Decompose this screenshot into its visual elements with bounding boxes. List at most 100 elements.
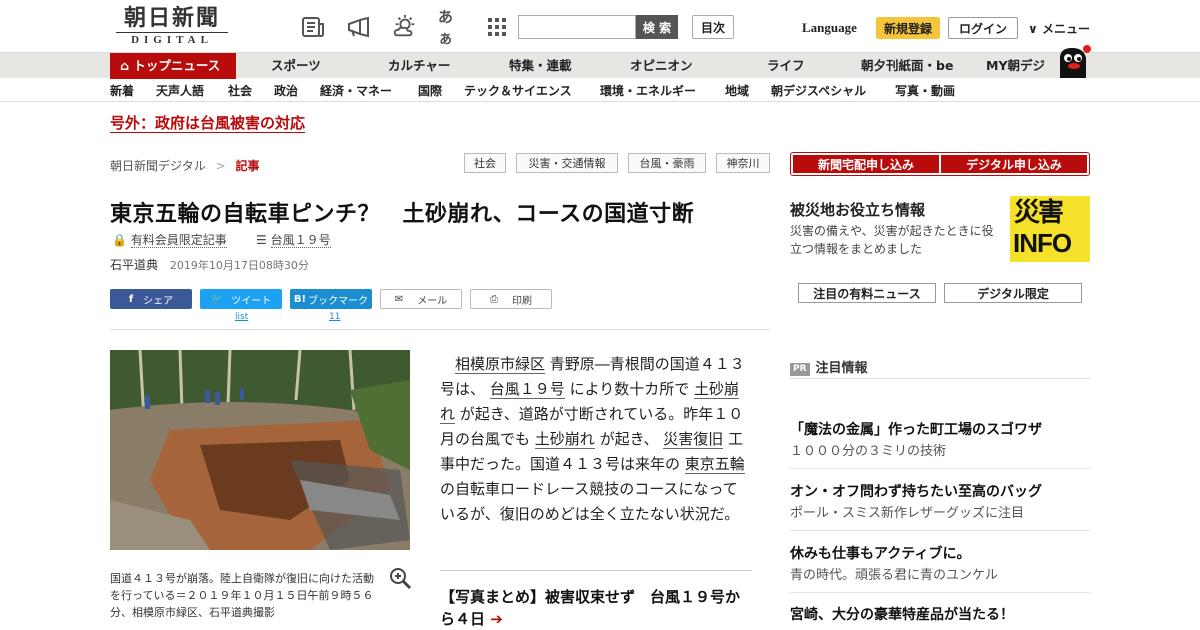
hatena-icon: B! <box>293 293 307 305</box>
breadcrumb-home[interactable]: 朝日新聞デジタル <box>110 159 206 173</box>
tag-disaster-traffic[interactable]: 災害・交通情報 <box>516 153 618 173</box>
nav-item-my-asadigi[interactable]: MY朝デジ <box>986 53 1045 79</box>
keyword-link[interactable]: 相模原市緑区 <box>455 355 546 374</box>
weather-icon[interactable] <box>392 14 418 40</box>
tag-kanagawa[interactable]: 神奈川 <box>716 153 770 173</box>
pr-item[interactable]: 宮崎、大分の豪華特産品が当たる！ <box>790 605 1090 625</box>
font-size-icon[interactable]: あぁ <box>438 8 464 47</box>
series-link[interactable]: ☰ 台風１９号 <box>256 231 331 248</box>
disaster-info-banner[interactable]: 災害 INFO <box>1010 196 1090 262</box>
menu-label: メニュー <box>1041 22 1090 36</box>
facebook-icon: f <box>128 293 134 305</box>
body-text-segment: により数十カ所で <box>564 380 695 398</box>
subnav-item-economy[interactable]: 経済・マネー <box>320 82 392 99</box>
pr-item-headline: 「魔法の金属」作った町工場のスゴワザ <box>790 422 1042 438</box>
pr-item-headline: オン・オフ問わず持ちたい至高のバッグ <box>790 484 1042 500</box>
main-nav: ⌂ トップニュース スポーツ カルチャー 特集・連載 オピニオン ライフ 朝夕刊… <box>0 52 1200 79</box>
print-label: 印刷 <box>512 295 532 307</box>
pr-item[interactable]: オン・オフ問わず持ちたい至高のバッグ ポール・スミス新作レザーグッズに注目 <box>790 482 1090 524</box>
keyword-link[interactable]: 土砂崩れ <box>534 430 595 449</box>
toc-button[interactable]: 目次 <box>692 15 734 39</box>
related-article-title: 【写真まとめ】被害収束せず 台風１９号から４日 <box>440 588 741 628</box>
nav-item-culture[interactable]: カルチャー <box>388 53 450 79</box>
subnav-item-society[interactable]: 社会 <box>228 82 252 99</box>
nav-item-features[interactable]: 特集・連載 <box>509 53 572 79</box>
keyword-link[interactable]: 台風１９号 <box>489 380 565 399</box>
register-button[interactable]: 新規登録 <box>876 17 940 39</box>
grid-icon[interactable] <box>484 14 510 40</box>
site-logo[interactable]: 朝日新聞 DIGITAL <box>116 6 228 47</box>
premium-label-text: 有料会員限定記事 <box>130 233 227 248</box>
hatena-bookmark-button[interactable]: B! ブックマーク <box>290 289 372 309</box>
disaster-info-banner-bottom: INFO <box>1013 228 1072 258</box>
disaster-info-banner-top: 災害 <box>1014 198 1064 228</box>
premium-news-button[interactable]: 注目の有料ニュース <box>798 283 936 303</box>
divider <box>790 378 1090 379</box>
twitter-count-link[interactable]: list <box>235 312 248 322</box>
breadcrumb-current: 記事 <box>235 159 260 173</box>
site-header: 朝日新聞 DIGITAL あぁ 検 索 目次 Language 新規登録 ログイ… <box>0 0 1200 52</box>
subnav-item-politics[interactable]: 政治 <box>274 82 298 99</box>
digital-only-button[interactable]: デジタル限定 <box>944 283 1082 303</box>
search-button[interactable]: 検 索 <box>636 15 678 39</box>
nav-item-opinion[interactable]: オピニオン <box>630 53 693 79</box>
subnav-item-tech-science[interactable]: テック＆サイエンス <box>464 82 572 99</box>
newspaper-icon[interactable] <box>300 14 326 40</box>
nav-item-newspaper[interactable]: 朝夕刊紙面・be <box>861 53 953 79</box>
pr-item-sub: 青の時代。頑張る君に青のユンケル <box>790 568 999 583</box>
login-button[interactable]: ログイン <box>948 17 1018 39</box>
pr-item-headline: 休みも仕事もアクティブに。 <box>790 546 971 562</box>
mascot-icon[interactable] <box>1054 44 1094 78</box>
menu-button[interactable]: ∨ メニュー <box>1028 20 1090 37</box>
logo-kanji: 朝日新聞 <box>123 5 220 31</box>
subscribe-paper-button[interactable]: 新聞宅配申し込み <box>793 155 939 173</box>
subnav-item-special[interactable]: 朝デジスペシャル <box>771 82 866 99</box>
zoom-icon[interactable] <box>388 566 412 590</box>
divider <box>440 570 752 571</box>
divider <box>790 592 1090 593</box>
tag-typhoon[interactable]: 台風・豪雨 <box>628 153 706 173</box>
facebook-share-label: シェア <box>143 295 174 307</box>
nav-item-life[interactable]: ライフ <box>767 53 805 79</box>
subnav-item-environment[interactable]: 環境・エネルギー <box>600 82 696 99</box>
megaphone-icon[interactable] <box>346 14 372 40</box>
twitter-share-label: ツイート <box>231 295 272 307</box>
pr-heading: PR 注目情報 <box>790 357 868 376</box>
print-button[interactable]: ⎙ 印刷 <box>470 289 552 309</box>
tag-society[interactable]: 社会 <box>464 153 506 173</box>
list-icon: ☰ <box>256 233 267 247</box>
article-photo[interactable] <box>110 350 410 550</box>
logo-sub: DIGITAL <box>116 32 228 47</box>
language-link[interactable]: Language <box>802 20 857 36</box>
series-label: 台風１９号 <box>270 233 331 248</box>
article-body: 相模原市緑区 青野原―青根間の国道４１３号は、 台風１９号 により数十カ所で 土… <box>440 352 752 527</box>
keyword-link[interactable]: 災害復旧 <box>663 430 724 449</box>
subscribe-digital-button[interactable]: デジタル申し込み <box>941 155 1087 173</box>
chevron-down-icon: ∨ <box>1028 22 1038 36</box>
author-name: 石平道典 <box>110 258 159 272</box>
breadcrumb: 朝日新聞デジタル > 記事 <box>110 157 260 174</box>
nav-item-sports[interactable]: スポーツ <box>271 53 321 79</box>
hatena-count-link[interactable]: 11 <box>329 312 340 322</box>
subnav-item-tenseijingo[interactable]: 天声人語 <box>156 82 204 99</box>
photo-caption: 国道４１３号が崩落。陸上自衛隊が復旧に向けた活動を行っている＝２０１９年１０月１… <box>110 572 374 619</box>
pr-heading-text: 注目情報 <box>815 361 868 376</box>
disaster-info-title[interactable]: 被災地お役立ち情報 <box>790 199 925 220</box>
subnav-item-region[interactable]: 地域 <box>725 82 749 99</box>
subnav-item-international[interactable]: 国際 <box>418 82 442 99</box>
header-icons: あぁ <box>300 8 510 47</box>
premium-label[interactable]: 🔒 有料会員限定記事 <box>112 231 227 248</box>
related-article-link[interactable]: 【写真まとめ】被害収束せず 台風１９号から４日 ➔ <box>440 586 752 630</box>
subnav-item-photo-video[interactable]: 写真・動画 <box>895 82 955 99</box>
divider <box>790 468 1090 469</box>
pr-item[interactable]: 休みも仕事もアクティブに。 青の時代。頑張る君に青のユンケル <box>790 544 1090 586</box>
breaking-news-link[interactable]: 号外：政府は台風被害の対応 <box>110 114 306 133</box>
mail-share-button[interactable]: ✉ メール <box>380 289 462 309</box>
pr-item[interactable]: 「魔法の金属」作った町工場のスゴワザ １０００分の３ミリの技術 <box>790 420 1090 462</box>
keyword-link[interactable]: 東京五輪 <box>684 455 745 474</box>
search-input[interactable] <box>518 15 636 39</box>
twitter-share-button[interactable]: 🐦 ツイート <box>200 289 282 309</box>
nav-top-news[interactable]: ⌂ トップニュース <box>110 53 236 79</box>
subnav-item-new[interactable]: 新着 <box>110 82 134 99</box>
facebook-share-button[interactable]: f シェア <box>110 289 192 309</box>
